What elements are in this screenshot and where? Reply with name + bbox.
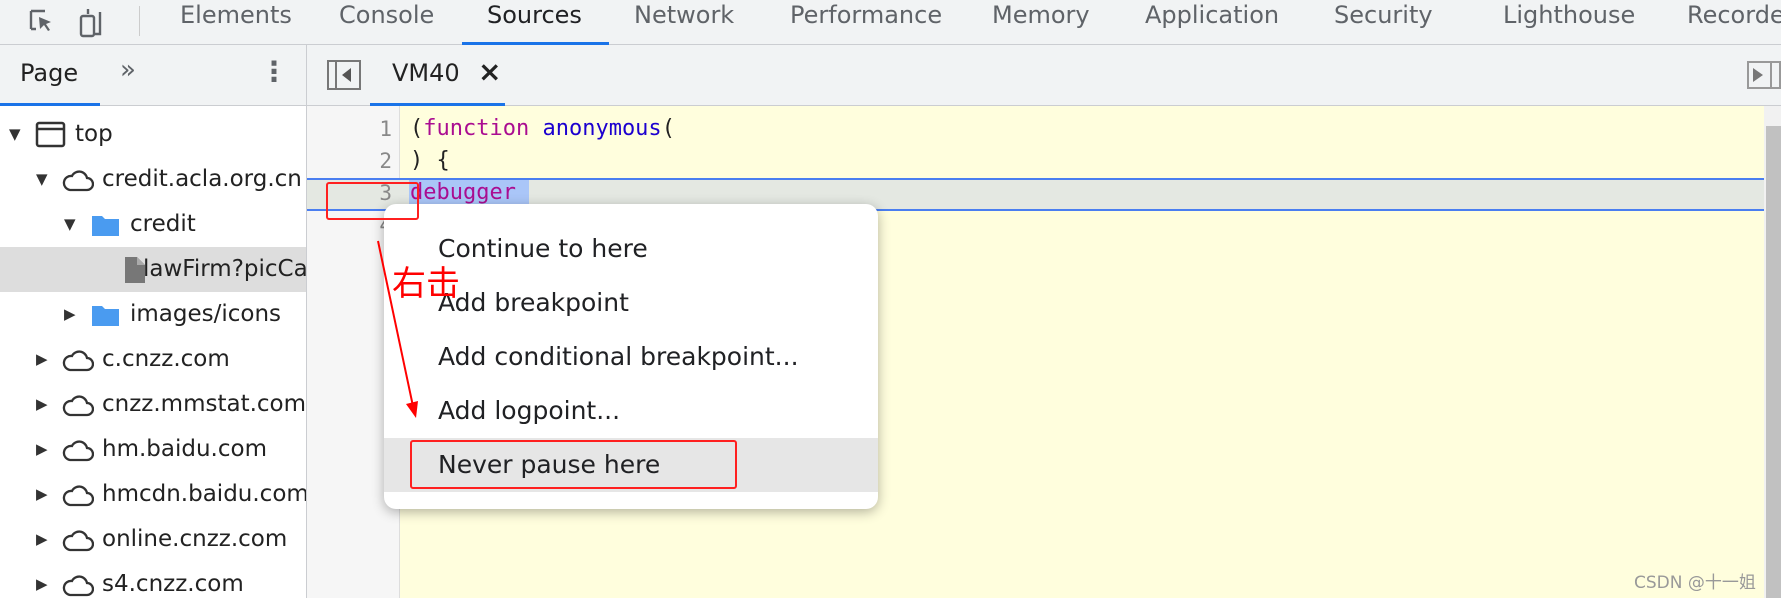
watermark: CSDN @十一姐 (1634, 573, 1756, 593)
tree-item[interactable]: ▶ online.cnzz.com (0, 517, 306, 562)
tree-item-label: hmcdn.baidu.com (102, 481, 307, 507)
menu-item-add-logpoint[interactable]: Add logpoint... (384, 384, 878, 438)
divider (306, 45, 307, 106)
tree-item[interactable]: ▶ images/icons (0, 292, 306, 337)
code-token: ) { (410, 148, 450, 173)
line-number[interactable]: 2 (307, 149, 392, 173)
folder-icon (92, 306, 119, 326)
tab-elements[interactable]: Elements (180, 0, 292, 45)
tree-item[interactable]: ▶ hm.baidu.com (0, 427, 306, 472)
tree-item-label: images/icons (130, 301, 282, 327)
expanded-arrow-icon[interactable]: ▼ (36, 157, 48, 202)
close-tab-icon[interactable]: × (478, 55, 501, 88)
collapsed-arrow-icon[interactable]: ▶ (36, 517, 48, 562)
scrollbar-thumb[interactable] (1766, 126, 1781, 598)
sources-subbar: Page » ⋮ VM40 × (0, 45, 1781, 106)
more-tabs-icon[interactable]: » (120, 55, 136, 85)
file-navigator: ▼ top ▼ credit.acla.org.cn ▼ credit lawFirm?pi… (0, 106, 307, 598)
code-line: (function anonymous( (410, 116, 675, 141)
collapsed-arrow-icon[interactable]: ▶ (36, 472, 48, 517)
tree-item[interactable]: ▶ c.cnzz.com (0, 337, 306, 382)
code-token: anonymous (542, 116, 662, 141)
inspect-element-icon[interactable] (28, 8, 56, 36)
tab-network[interactable]: Network (634, 0, 734, 45)
tree-item-label: credit.acla.org.cn (102, 166, 302, 192)
code-token: debugger (410, 180, 516, 205)
tree-item[interactable]: ▼ credit (0, 202, 306, 247)
tree-item-label: top (75, 121, 113, 147)
tab-lighthouse[interactable]: Lighthouse (1503, 0, 1635, 45)
collapsed-arrow-icon[interactable]: ▶ (36, 337, 48, 382)
tab-recorder[interactable]: Recorder (1687, 0, 1781, 45)
tree-item-label: lawFirm?picCaptchaVerification= (143, 256, 307, 282)
tree-item[interactable]: ▶ s4.cnzz.com (0, 562, 306, 598)
more-options-icon[interactable]: ⋮ (260, 55, 288, 88)
folder-icon (92, 216, 119, 236)
tree-item-label: credit (130, 211, 196, 237)
tree-item-label: c.cnzz.com (102, 346, 230, 372)
frame-icon (35, 121, 66, 148)
code-token: ( (410, 116, 424, 141)
code-token: ( (661, 116, 675, 141)
divider (139, 6, 140, 36)
collapsed-arrow-icon[interactable]: ▶ (64, 292, 76, 337)
tree-item[interactable]: ▶ cnzz.mmstat.com (0, 382, 307, 427)
device-toggle-icon[interactable] (78, 6, 102, 38)
collapsed-arrow-icon[interactable]: ▶ (36, 382, 48, 427)
tree-item[interactable]: ▶ hmcdn.baidu.com (0, 472, 307, 517)
collapsed-arrow-icon[interactable]: ▶ (36, 562, 48, 598)
cloud-icon (62, 395, 94, 417)
collapsed-arrow-icon[interactable]: ▶ (36, 427, 48, 472)
toggle-debugger-icon[interactable] (1747, 61, 1781, 89)
expanded-arrow-icon[interactable]: ▼ (64, 202, 76, 247)
cloud-icon (62, 530, 94, 552)
cloud-icon (62, 485, 94, 507)
cloud-icon (62, 350, 94, 372)
tree-item[interactable]: ▼ credit.acla.org.cn (0, 157, 306, 202)
tab-application[interactable]: Application (1145, 0, 1279, 45)
annotation-arrow (377, 240, 418, 418)
code-line: debugger (410, 180, 516, 205)
tab-page[interactable]: Page (20, 59, 78, 87)
tab-performance[interactable]: Performance (790, 0, 942, 45)
cloud-icon (62, 170, 94, 192)
expanded-arrow-icon[interactable]: ▼ (9, 112, 21, 157)
tree-item[interactable]: lawFirm?picCaptchaVerification= (0, 247, 307, 292)
tab-security[interactable]: Security (1334, 0, 1433, 45)
tree-item-label: cnzz.mmstat.com (102, 391, 307, 417)
tree-item-label: online.cnzz.com (102, 526, 288, 552)
tab-console[interactable]: Console (339, 0, 434, 45)
tree-item-label: s4.cnzz.com (102, 571, 244, 597)
tab-memory[interactable]: Memory (992, 0, 1090, 45)
tree-item[interactable]: ▼ top (0, 112, 306, 157)
tree-item-label: hm.baidu.com (102, 436, 267, 462)
line-number[interactable]: 1 (307, 117, 392, 141)
cloud-icon (62, 575, 94, 597)
file-tab-vm40[interactable]: VM40 (392, 59, 460, 87)
menu-item-add-conditional-breakpoint[interactable]: Add conditional breakpoint... (384, 330, 878, 384)
cloud-icon (62, 440, 94, 462)
annotation-box-line-number (326, 182, 419, 220)
tab-sources[interactable]: Sources (487, 0, 582, 45)
scrollbar-track[interactable] (1764, 106, 1781, 598)
code-token: function (423, 116, 530, 141)
annotation-box-menu-item (410, 440, 737, 489)
devtools-tabbar: Elements Console Sources Network Performance… (0, 0, 1781, 45)
toggle-navigator-icon[interactable] (327, 60, 361, 90)
code-line: ) { (410, 148, 450, 173)
